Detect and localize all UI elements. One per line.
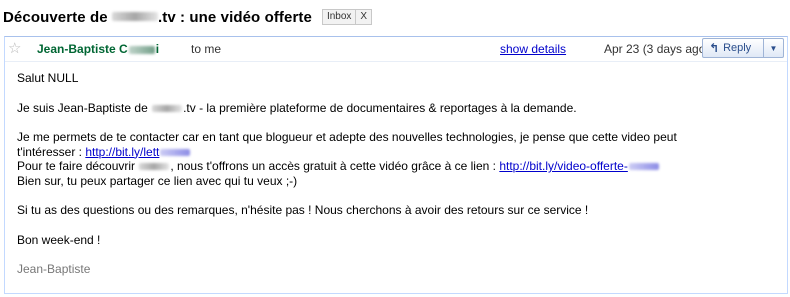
label-inbox[interactable]: Inbox bbox=[323, 10, 355, 24]
article-link[interactable]: http://bit.ly/lett bbox=[85, 145, 191, 159]
questions-line: Si tu as des questions ou des remarques,… bbox=[17, 203, 589, 217]
label-chip: Inbox X bbox=[321, 9, 373, 25]
intro-line: Je suis Jean-Baptiste de .tv - la premiè… bbox=[17, 100, 577, 115]
message-header: ☆ Jean-Baptiste Ci to me show details Ap… bbox=[5, 37, 787, 62]
pitch-line-3: Pour te faire découvrir , nous t'offrons… bbox=[17, 159, 777, 174]
remove-label-button[interactable]: X bbox=[355, 10, 371, 24]
redacted-text bbox=[628, 163, 659, 171]
recipient-text: to me bbox=[191, 42, 222, 56]
sender-name[interactable]: Jean-Baptiste Ci bbox=[37, 42, 159, 56]
redacted-text bbox=[139, 163, 170, 171]
chevron-down-icon: ▼ bbox=[769, 43, 778, 53]
reply-label: Reply bbox=[723, 42, 752, 54]
redacted-text bbox=[111, 12, 158, 22]
show-details-link[interactable]: show details bbox=[500, 42, 566, 56]
closing-line: Bon week-end ! bbox=[17, 232, 101, 247]
message-date: Apr 23 (3 days ago) bbox=[604, 42, 710, 56]
pitch-line-4: Bien sur, tu peux partager ce lien avec … bbox=[17, 173, 298, 188]
star-icon[interactable]: ☆ bbox=[8, 39, 21, 57]
reply-arrow-icon: ↰ bbox=[709, 41, 720, 55]
redacted-text bbox=[152, 104, 183, 112]
video-link[interactable]: http://bit.ly/video-offerte- bbox=[499, 159, 660, 173]
message-body: Salut NULL Je suis Jean-Baptiste de .tv … bbox=[17, 71, 777, 277]
subject-bar: Découverte de .tv : une vidéo offerte In… bbox=[0, 6, 373, 28]
email-subject: Découverte de .tv : une vidéo offerte bbox=[3, 8, 312, 26]
pitch-line-1: Je me permets de te contacter car en tan… bbox=[17, 130, 677, 144]
redacted-text bbox=[128, 45, 155, 54]
redacted-text bbox=[160, 148, 191, 156]
reply-options-button[interactable]: ▼ bbox=[764, 38, 784, 58]
reply-button[interactable]: ↰ Reply bbox=[702, 38, 764, 58]
pitch-line-2: t'intéresser : http://bit.ly/lett bbox=[17, 145, 777, 160]
message-card: ☆ Jean-Baptiste Ci to me show details Ap… bbox=[4, 36, 788, 294]
signature: Jean-Baptiste bbox=[17, 262, 91, 276]
greeting: Salut NULL bbox=[17, 71, 79, 85]
